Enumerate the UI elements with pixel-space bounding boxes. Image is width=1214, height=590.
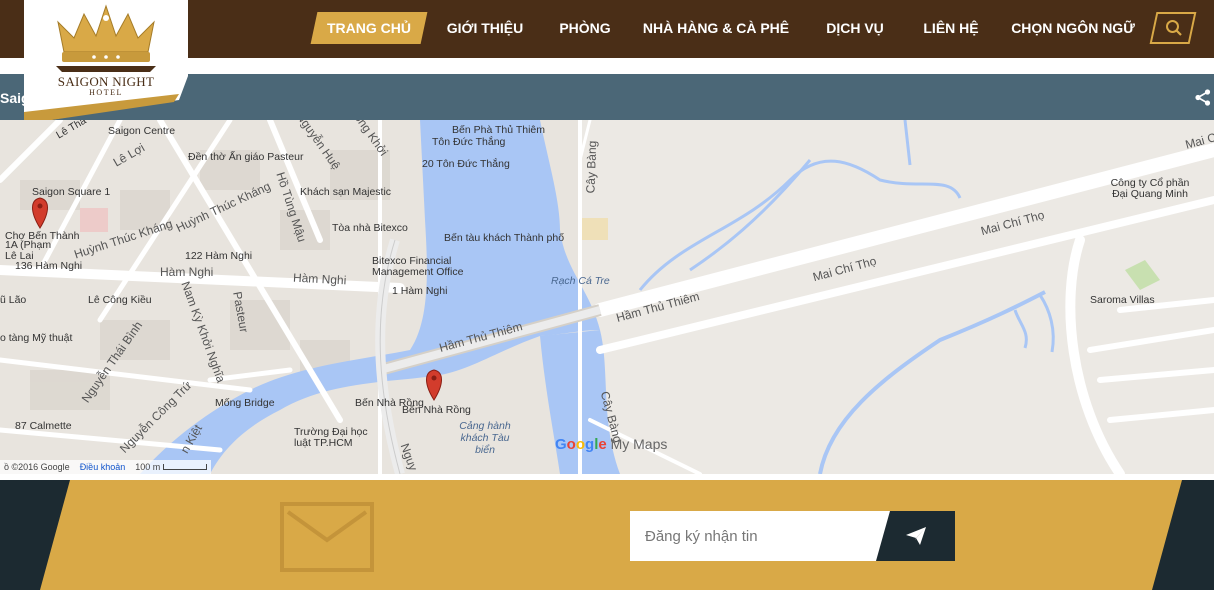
hotel-logo[interactable]: SAIGON NIGHT HOTEL	[24, 0, 188, 124]
nav-item-home[interactable]: TRANG CHỦ	[312, 12, 426, 44]
map-label: 1A (Phạm Lê Lai	[5, 239, 52, 262]
map-label: 20 Tôn Đức Thắng	[422, 158, 510, 170]
nav-item-rooms[interactable]: PHÒNG	[544, 12, 626, 44]
map-label: ũ Lão	[0, 294, 27, 306]
map-copyright: ồ ©2016 Google	[4, 462, 70, 472]
map-label: Bến Phà Thủ Thiêm	[452, 124, 546, 136]
map-label: Rạch Cá Tre	[551, 275, 610, 287]
map-attribution: ồ ©2016 Google Điều khoản 100 m	[0, 460, 211, 474]
map-label: 1 Hàm Nghi	[392, 285, 448, 297]
map-label: 136 Hàm Nghi	[15, 260, 83, 272]
map-label: Hàm Nghi	[292, 270, 347, 288]
map-label: Saigon Square 1	[32, 186, 111, 198]
map-label: Công ty Cổ phần Đại Quang Minh	[1110, 177, 1190, 200]
nav-item-services[interactable]: DỊCH VỤ	[806, 12, 904, 44]
map-terms-link[interactable]: Điều khoản	[80, 460, 126, 474]
nav-menu: TRANG CHỦ GIỚI THIỆU PHÒNG NHÀ HÀNG & CÀ…	[312, 12, 1148, 44]
nav-item-contact[interactable]: LIÊN HỆ	[904, 12, 998, 44]
newsletter-footer	[0, 480, 1214, 590]
map-label: Mống Bridge	[215, 397, 275, 409]
map-label: Tòa nhà Bitexco	[332, 222, 408, 234]
map-label: Bến Nhà Rồng	[402, 404, 471, 416]
map-label: Tôn Đức Thắng	[432, 136, 506, 148]
nav-item-restaurant[interactable]: NHÀ HÀNG & CÀ PHÊ	[626, 12, 806, 44]
map-label: Bitexco Financial Management Office	[372, 255, 464, 278]
share-icon[interactable]	[1195, 89, 1211, 106]
map-label: Saroma Villas	[1090, 294, 1155, 306]
map-label: Cây Bàng	[583, 140, 600, 194]
map-label: Khách sạn Majestic	[300, 186, 392, 198]
map-label: Lê Công Kiều	[88, 294, 152, 306]
logo-sub: HOTEL	[89, 88, 123, 97]
map-label: 87 Calmette	[15, 420, 72, 432]
newsletter-email-input[interactable]	[630, 511, 895, 561]
search-button[interactable]	[1149, 12, 1197, 44]
envelope-icon	[280, 502, 374, 572]
google-my-maps-logo: Google My Maps	[555, 436, 668, 453]
page: TRANG CHỦ GIỚI THIỆU PHÒNG NHÀ HÀNG & CÀ…	[0, 0, 1214, 590]
map-label: 122 Hàm Nghi	[185, 250, 253, 262]
nav-item-language[interactable]: CHỌN NGÔN NGỮ	[998, 12, 1148, 44]
map-label: Bến tàu khách Thành phố	[444, 232, 565, 244]
nav-item-about[interactable]: GIỚI THIỆU	[426, 12, 544, 44]
google-map[interactable]: Lê Thá Saigon Centre Lê Lợi Đền thờ Ấn g…	[0, 120, 1214, 474]
logo-crown-icon	[24, 0, 188, 124]
search-icon	[1166, 20, 1182, 36]
map-label: Đền thờ Ấn giáo Pasteur	[188, 151, 304, 163]
newsletter-band	[40, 480, 1182, 590]
map-scale: 100 m	[135, 460, 207, 474]
map-label: Hàm Nghi	[160, 265, 214, 279]
map-label: Saigon Centre	[108, 125, 176, 137]
map-label: Cảng hành khách Tàu biển	[459, 420, 511, 456]
map-label: Trường Đại học luật TP.HCM	[294, 426, 368, 449]
map-label: o tàng Mỹ thuật	[0, 332, 73, 344]
send-icon	[906, 527, 926, 545]
